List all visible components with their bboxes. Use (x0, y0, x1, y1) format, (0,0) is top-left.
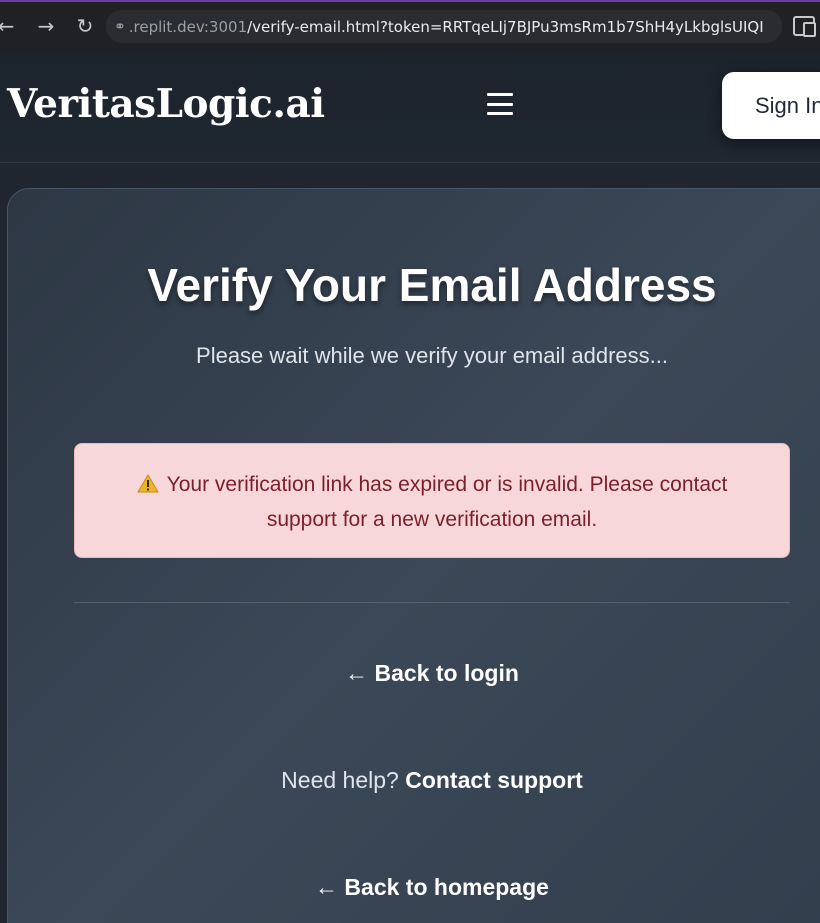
alert-message: Your verification link has expired or is… (166, 473, 728, 531)
back-arrow-icon[interactable]: ← (0, 12, 20, 40)
address-bar[interactable]: ⚭ .replit.dev:3001 /verify-email.html?to… (106, 10, 782, 43)
site-logo[interactable]: VeritasLogic.ai (7, 81, 325, 127)
site-header: VeritasLogic.ai Sign In (0, 50, 820, 163)
page-title: Verify Your Email Address (147, 259, 717, 311)
divider (74, 602, 790, 603)
help-line: Need help? Contact support (0, 767, 820, 794)
help-prefix: Need help? (281, 767, 399, 793)
back-to-homepage-link[interactable]: ← Back to homepage (0, 874, 820, 901)
cast-icon[interactable] (793, 16, 816, 37)
sign-in-button[interactable]: Sign In (722, 72, 820, 139)
reload-icon[interactable]: ↻ (71, 12, 99, 40)
error-alert: Your verification link has expired or is… (74, 443, 790, 558)
page-subtitle: Please wait while we verify your email a… (196, 343, 668, 368)
url-host: .replit.dev:3001 (128, 17, 248, 36)
hamburger-menu-icon[interactable] (487, 93, 513, 115)
warning-icon (136, 469, 159, 493)
browser-toolbar: ← → ↻ ⚭ .replit.dev:3001 /verify-email.h… (0, 0, 820, 50)
url-path: /verify-email.html?token=RRTqeLIj7BJPu3m… (247, 17, 764, 36)
forward-arrow-icon[interactable]: → (32, 12, 60, 40)
contact-support-link[interactable]: Contact support (405, 767, 583, 793)
back-to-login-link[interactable]: ← Back to login (0, 660, 820, 687)
link-icon: ⚭ (114, 18, 126, 35)
